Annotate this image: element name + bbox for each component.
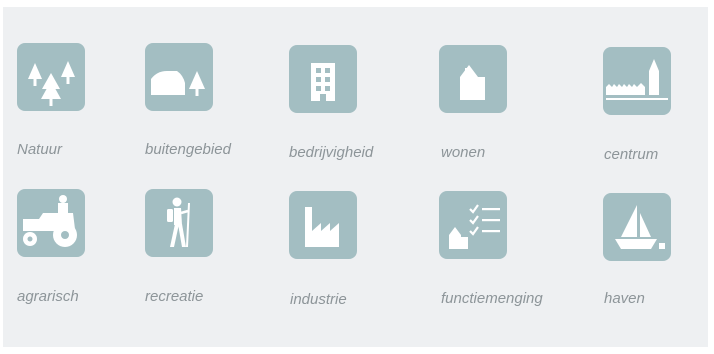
category-tile-agrarisch[interactable] xyxy=(17,189,85,257)
category-label: centrum xyxy=(604,146,659,163)
category-label: industrie xyxy=(290,291,347,308)
factory-icon xyxy=(305,207,339,247)
category-tile-buitengebied[interactable] xyxy=(145,43,213,111)
category-panel: Natuur buitengebied bedrijvigheid wonen xyxy=(3,7,708,347)
category-label: recreatie xyxy=(145,288,204,305)
category-label: bedrijvigheid xyxy=(289,144,374,161)
category-label: buitengebied xyxy=(145,141,231,158)
category-tile-functiemenging[interactable] xyxy=(439,191,507,259)
category-tile-wonen[interactable] xyxy=(439,45,507,113)
barn-tree-icon xyxy=(151,71,205,96)
category-tile-bedrijvigheid[interactable] xyxy=(289,45,357,113)
tractor-icon xyxy=(23,195,77,247)
hiker-icon xyxy=(167,197,190,248)
category-label: wonen xyxy=(441,144,486,161)
office-building-icon xyxy=(311,63,335,101)
category-label: haven xyxy=(604,290,645,307)
trees-icon xyxy=(28,61,75,106)
village-church-icon xyxy=(606,59,668,100)
category-tile-haven[interactable] xyxy=(603,193,671,261)
category-tile-natuur[interactable] xyxy=(17,43,85,111)
house-icon xyxy=(460,65,485,100)
sailboat-icon xyxy=(615,205,665,249)
category-tile-centrum[interactable] xyxy=(603,47,671,115)
category-tile-recreatie[interactable] xyxy=(145,189,213,257)
category-label: functiemenging xyxy=(441,290,543,307)
category-label: agrarisch xyxy=(17,288,79,305)
category-tile-industrie[interactable] xyxy=(289,191,357,259)
mixed-use-checklist-icon xyxy=(449,204,500,249)
category-label: Natuur xyxy=(17,141,63,158)
